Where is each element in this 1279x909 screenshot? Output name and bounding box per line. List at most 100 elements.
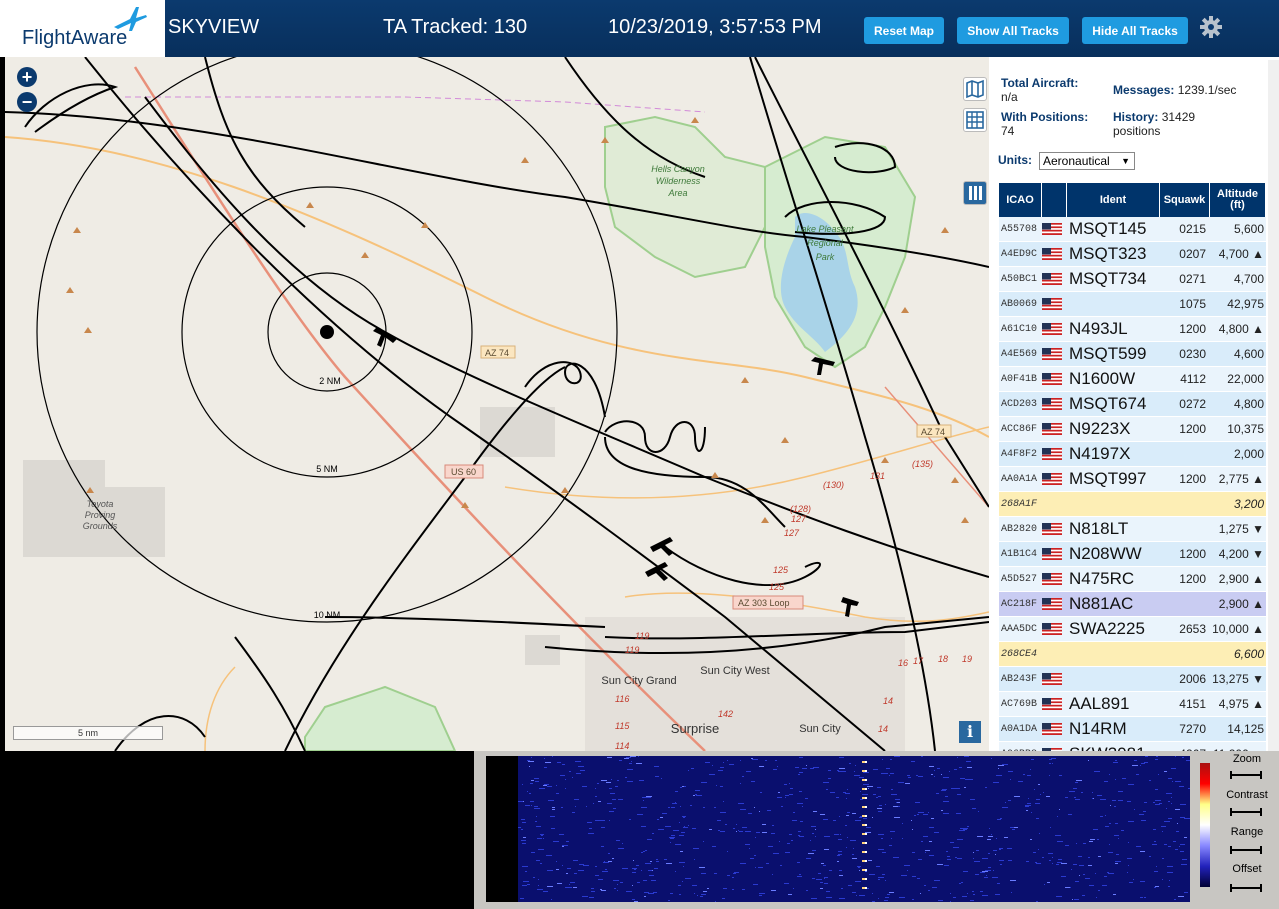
flightaware-logo[interactable]: FlightAware: [0, 0, 165, 57]
messages-stat: Messages: 1239.1/sec: [1113, 83, 1236, 97]
range-slider[interactable]: [1230, 846, 1262, 854]
cell-flag: [1042, 523, 1067, 535]
table-row[interactable]: AC769B AAL891 4151 4,975 ▲: [999, 692, 1266, 717]
table-row[interactable]: AAA5DC SWA2225 2653 10,000 ▲: [999, 617, 1266, 642]
us-flag-icon: [1042, 273, 1062, 285]
table-row[interactable]: AA0A1A MSQT997 1200 2,775 ▲: [999, 467, 1266, 492]
table-row[interactable]: ACD203 MSQT674 0272 4,800: [999, 392, 1266, 417]
table-row[interactable]: A4F8F2 N4197X 2,000: [999, 442, 1266, 467]
cell-ident: MSQT997: [1069, 469, 1147, 488]
cell-ident: MSQT599: [1069, 344, 1147, 363]
cell-altitude: 5,600: [1233, 222, 1264, 236]
table-row[interactable]: 268CE4 6,600: [999, 642, 1266, 667]
cell-squawk: 0271: [1179, 272, 1206, 286]
contrast-slider[interactable]: [1230, 808, 1262, 816]
cell-icao: A0A1DA: [1001, 723, 1038, 735]
zoom-in-button[interactable]: +: [17, 67, 37, 87]
route-number: 17: [913, 656, 924, 666]
table-row[interactable]: A1B1C4 N208WW 1200 4,200 ▼: [999, 542, 1266, 567]
cell-altitude: 13,275 ▼: [1212, 672, 1264, 686]
cell-altitude: 2,900 ▲: [1218, 572, 1264, 586]
cell-squawk: 4112: [1180, 372, 1206, 386]
place-label: Sun City West: [700, 665, 770, 677]
cell-altitude: 6,600: [1233, 647, 1264, 661]
table-row[interactable]: A4ED9C MSQT323 0207 4,700 ▲: [999, 242, 1266, 267]
reset-map-button[interactable]: Reset Map: [864, 17, 944, 44]
col-altitude[interactable]: Altitude (ft): [1210, 183, 1266, 217]
cell-squawk: 2653: [1179, 622, 1206, 636]
zoom-slider[interactable]: [1230, 771, 1262, 779]
lake-pleasant-label: Regional: [807, 238, 844, 248]
cell-icao: AAA5DC: [1001, 623, 1038, 635]
table-row[interactable]: A61C10 N493JL 1200 4,800 ▲: [999, 317, 1266, 342]
col-squawk[interactable]: Squawk: [1160, 183, 1210, 217]
cell-altitude: 1,275 ▼: [1218, 522, 1264, 536]
table-row[interactable]: AB2820 N818LT 1,275 ▼: [999, 517, 1266, 542]
cell-flag: [1042, 273, 1067, 285]
range-control-label: Range: [1230, 826, 1264, 838]
zoom-out-button[interactable]: −: [17, 92, 37, 112]
cell-ident: AAL891: [1069, 694, 1130, 713]
cell-flag: [1042, 398, 1067, 410]
us-flag-icon: [1042, 448, 1062, 460]
hide-all-tracks-button[interactable]: Hide All Tracks: [1082, 17, 1188, 44]
header-bar: FlightAware SKYVIEW TA Tracked: 130 10/2…: [0, 0, 1279, 57]
columns-toggle-icon[interactable]: [963, 181, 987, 205]
route-number: (128): [790, 504, 811, 514]
map-layers-icon[interactable]: [963, 77, 987, 101]
gear-icon[interactable]: [1199, 15, 1223, 39]
table-row[interactable]: AB0069 1075 42,975: [999, 292, 1266, 317]
us-flag-icon: [1042, 223, 1062, 235]
cell-flag: [1042, 298, 1067, 310]
map-canvas[interactable]: 2 NM 5 NM 10 NM AZ 74 AZ 74 US 60 AZ 303…: [5, 57, 989, 751]
route-number: 14: [878, 724, 888, 734]
cell-ident: N4197X: [1069, 444, 1131, 463]
map-view[interactable]: 2 NM 5 NM 10 NM AZ 74 AZ 74 US 60 AZ 303…: [5, 57, 989, 751]
units-select[interactable]: Aeronautical ▼: [1039, 152, 1135, 170]
cell-altitude: 4,600: [1233, 347, 1264, 361]
route-number: (135): [912, 459, 933, 469]
table-row[interactable]: ACC86F N9223X 1200 10,375: [999, 417, 1266, 442]
info-button[interactable]: i: [959, 721, 981, 743]
road-label-az74: AZ 74: [921, 427, 945, 437]
grid-overlay-icon[interactable]: [963, 108, 987, 132]
us-flag-icon: [1042, 373, 1062, 385]
table-row[interactable]: AC218F N881AC 2,900 ▲: [999, 592, 1266, 617]
col-icao[interactable]: ICAO: [999, 183, 1042, 217]
route-number: 14: [883, 696, 893, 706]
cell-altitude: 4,800: [1233, 397, 1264, 411]
cell-altitude: 2,000: [1233, 447, 1264, 461]
col-ident[interactable]: Ident: [1067, 183, 1160, 217]
table-row[interactable]: A06BB8SKW3081426711,200 ▲: [999, 742, 1266, 751]
table-row[interactable]: A55708 MSQT145 0215 5,600: [999, 217, 1266, 242]
cell-ident: MSQT734: [1069, 269, 1147, 288]
show-all-tracks-button[interactable]: Show All Tracks: [957, 17, 1069, 44]
cell-icao: A55708: [1001, 223, 1038, 235]
route-number: 119: [625, 645, 639, 655]
cell-flag: [1042, 323, 1067, 335]
table-row[interactable]: A50BC1 MSQT734 0271 4,700: [999, 267, 1266, 292]
table-row[interactable]: A4E569 MSQT599 0230 4,600: [999, 342, 1266, 367]
table-row[interactable]: A0A1DA N14RM 7270 14,125: [999, 717, 1266, 742]
cell-ident: MSQT323: [1069, 244, 1147, 263]
table-row[interactable]: 268A1F 3,200: [999, 492, 1266, 517]
cell-ident: N818LT: [1069, 519, 1129, 538]
boundary-line: [125, 96, 706, 113]
col-flag[interactable]: [1042, 183, 1067, 217]
offset-slider[interactable]: [1230, 884, 1262, 892]
table-row[interactable]: AB243F 2006 13,275 ▼: [999, 667, 1266, 692]
us-flag-icon: [1042, 323, 1062, 335]
cell-altitude: 42,975: [1227, 297, 1264, 311]
cell-altitude: 4,200 ▼: [1218, 547, 1264, 561]
cell-squawk: 4151: [1179, 697, 1206, 711]
history-stat: History: 31429 positions: [1113, 110, 1195, 138]
cell-squawk: 0207: [1179, 247, 1206, 261]
panel-scrollbar[interactable]: [1268, 60, 1279, 751]
waterfall-display[interactable]: [518, 756, 1190, 902]
table-row[interactable]: A0F41B N1600W 4112 22,000: [999, 367, 1266, 392]
wilderness-area: [604, 115, 777, 279]
table-row[interactable]: A5D527 N475RC 1200 2,900 ▲: [999, 567, 1266, 592]
cell-squawk: 1200: [1179, 322, 1206, 336]
with-positions-value: 74: [1001, 124, 1015, 138]
cell-icao: A4F8F2: [1001, 448, 1038, 460]
